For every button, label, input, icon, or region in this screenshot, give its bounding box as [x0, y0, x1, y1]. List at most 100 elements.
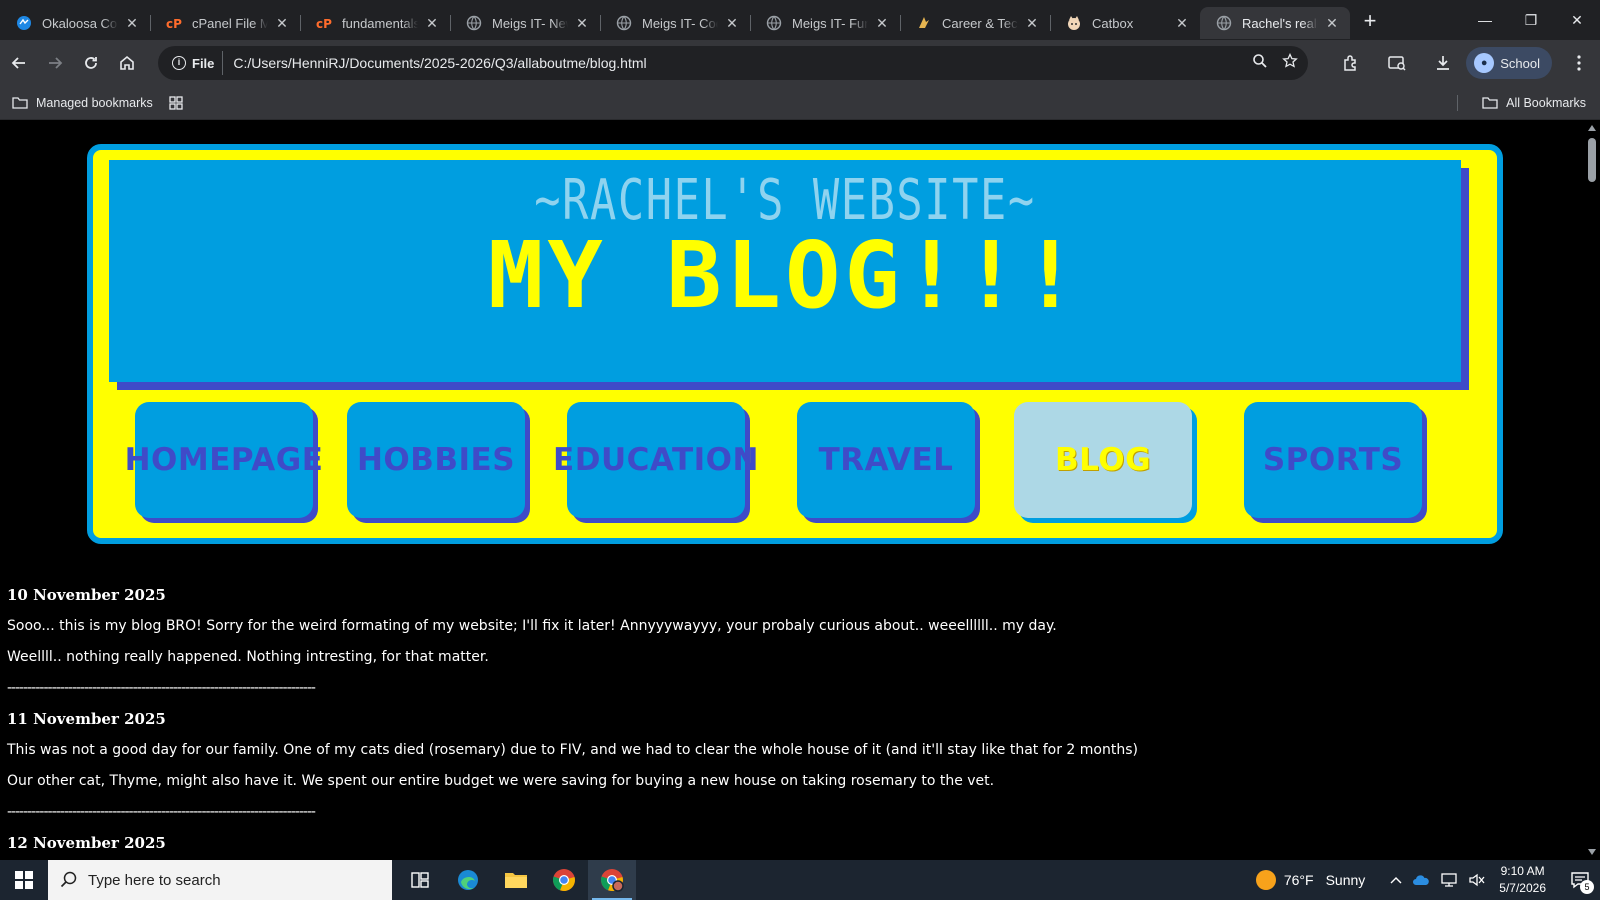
- url-text[interactable]: C:/Users/HenniRJ/Documents/2025-2026/Q3/…: [233, 55, 646, 71]
- taskbar-clock[interactable]: 9:10 AM 5/7/2026: [1499, 863, 1546, 897]
- browser-tab[interactable]: Catbox ✕: [1050, 7, 1200, 39]
- nav-hobbies-button[interactable]: HOBBIES: [347, 402, 525, 518]
- file-explorer-app[interactable]: [492, 860, 540, 900]
- window-controls: — ❐ ✕: [1462, 0, 1600, 40]
- extensions-icon[interactable]: [1334, 46, 1368, 80]
- cpanel-icon: cP: [166, 15, 182, 31]
- profile-button[interactable]: ● School: [1466, 47, 1552, 79]
- browser-tab[interactable]: cP fundamentals.html ✕: [300, 7, 450, 39]
- nav-education-button[interactable]: EDUCATION: [553, 402, 758, 518]
- address-bar[interactable]: i File C:/Users/HenniRJ/Documents/2025-2…: [158, 46, 1308, 80]
- nav-blog-button[interactable]: BLOG: [1014, 402, 1192, 518]
- chevron-up-icon[interactable]: [1390, 876, 1402, 884]
- browser-tab[interactable]: Career & Technical ✕: [900, 7, 1050, 39]
- scroll-down-arrow-icon[interactable]: [1588, 849, 1596, 855]
- site-nav: HOMEPAGE HOBBIES EDUCATION TRAVEL BLOG SPORTS: [93, 402, 1497, 532]
- search-icon: [60, 871, 77, 888]
- career-icon: [916, 15, 932, 31]
- home-button[interactable]: [110, 46, 144, 80]
- chrome-app[interactable]: [540, 860, 588, 900]
- site-info-chip[interactable]: i File: [168, 51, 224, 75]
- forward-arrow-icon: [49, 57, 63, 69]
- bookmark-star-icon[interactable]: [1282, 52, 1298, 74]
- close-window-icon[interactable]: ✕: [1554, 0, 1600, 40]
- page-scrollbar[interactable]: [1584, 120, 1600, 860]
- close-tab-icon[interactable]: ✕: [724, 15, 740, 31]
- chrome-icon: [553, 869, 575, 892]
- profile-avatar-icon: ●: [1474, 53, 1495, 73]
- network-icon[interactable]: [1440, 872, 1458, 888]
- tab-title: Career & Technical: [942, 15, 1018, 31]
- browser-tab[interactable]: Rachel's really cool ✕: [1200, 7, 1350, 39]
- edge-icon: [458, 870, 478, 890]
- tab-title: fundamentals.html: [342, 15, 418, 31]
- folder-icon: [1482, 97, 1498, 109]
- nav-sports-button[interactable]: SPORTS: [1244, 402, 1422, 518]
- scrollbar-thumb[interactable]: [1588, 138, 1596, 182]
- all-bookmarks-folder[interactable]: All Bookmarks: [1482, 86, 1586, 120]
- globe-icon: [766, 15, 782, 31]
- close-tab-icon[interactable]: ✕: [124, 15, 140, 31]
- managed-bookmarks-folder[interactable]: Managed bookmarks: [12, 96, 153, 110]
- onedrive-icon[interactable]: [1412, 874, 1430, 886]
- notification-badge: 5: [1580, 880, 1594, 894]
- profile-label: School: [1500, 55, 1540, 71]
- weather-widget[interactable]: 76°F Sunny: [1255, 870, 1366, 890]
- taskbar-search[interactable]: Type here to search: [48, 860, 392, 900]
- entry-paragraph: This was not a good day for our family. …: [7, 742, 1138, 758]
- start-button[interactable]: [0, 860, 48, 900]
- downloads-icon[interactable]: [1426, 46, 1460, 80]
- entry-date: 12 November 2025: [7, 834, 166, 852]
- browser-tab[interactable]: cP cPanel File Manager ✕: [150, 7, 300, 39]
- nav-travel-button[interactable]: TRAVEL: [797, 402, 975, 518]
- tab-strip: Okaloosa County✕cPcPanel File Manager✕cP…: [0, 0, 1600, 40]
- browser-tab[interactable]: Meigs IT- New ✕: [450, 7, 600, 39]
- page-viewport: ~RACHEL'S WEBSITE~ MY BLOG!!! HOMEPAGE HO…: [0, 120, 1584, 860]
- reload-button[interactable]: [74, 46, 108, 80]
- all-bookmarks-label: All Bookmarks: [1506, 96, 1586, 110]
- svg-text:cP: cP: [166, 17, 182, 31]
- weather-condition: Sunny: [1325, 872, 1366, 888]
- zoom-icon[interactable]: [1252, 53, 1268, 74]
- close-tab-icon[interactable]: ✕: [1024, 15, 1040, 31]
- blog-entries: 10 November 2025 Sooo... this is my blog …: [7, 584, 1507, 860]
- nav-homepage-button[interactable]: HOMEPAGE: [125, 402, 323, 518]
- entry-paragraph: Our other cat, Thyme, might also have it…: [7, 773, 995, 789]
- close-tab-icon[interactable]: ✕: [574, 15, 590, 31]
- task-view-button[interactable]: [396, 860, 444, 900]
- tab-search-icon[interactable]: [1380, 46, 1414, 80]
- menu-kebab-icon[interactable]: [1562, 46, 1596, 80]
- globe-icon: [616, 15, 632, 31]
- folder-icon: [505, 873, 527, 888]
- close-tab-icon[interactable]: ✕: [424, 15, 440, 31]
- taskbar-search-placeholder: Type here to search: [88, 871, 221, 889]
- restore-icon[interactable]: ❐: [1508, 0, 1554, 40]
- minimize-icon[interactable]: —: [1462, 0, 1508, 40]
- sun-icon: [1255, 870, 1276, 890]
- scroll-up-arrow-icon[interactable]: [1588, 125, 1596, 131]
- notification-center-button[interactable]: 5: [1560, 860, 1600, 900]
- browser-tab[interactable]: Okaloosa County ✕: [0, 7, 150, 39]
- header-box: ~RACHEL'S WEBSITE~ MY BLOG!!!: [109, 160, 1461, 382]
- close-tab-icon[interactable]: ✕: [274, 15, 290, 31]
- close-tab-icon[interactable]: ✕: [874, 15, 890, 31]
- windows-taskbar: Type here to search 76°F Sunny 9:10 AM 5…: [0, 860, 1600, 900]
- back-button[interactable]: [2, 46, 36, 80]
- globe-icon: [1216, 15, 1232, 31]
- chrome-profile-app[interactable]: [588, 860, 636, 900]
- browser-tab[interactable]: Meigs IT- Fundamentals ✕: [750, 7, 900, 39]
- volume-muted-icon[interactable]: [1468, 872, 1486, 888]
- globe-icon: [466, 15, 482, 31]
- close-tab-icon[interactable]: ✕: [1324, 15, 1340, 31]
- folder-icon: [12, 96, 28, 109]
- close-tab-icon[interactable]: ✕: [1174, 15, 1190, 31]
- new-tab-button[interactable]: +: [1356, 8, 1384, 36]
- browser-tab[interactable]: Meigs IT- Coding ✕: [600, 7, 750, 39]
- tab-title: Meigs IT- Coding: [642, 15, 718, 31]
- apps-grid-button[interactable]: [169, 95, 183, 110]
- entry-paragraph: Sooo... this is my blog BRO! Sorry for t…: [7, 618, 1057, 634]
- forward-button[interactable]: [38, 46, 72, 80]
- system-tray: 76°F Sunny 9:10 AM 5/7/2026 5: [1255, 860, 1600, 900]
- edge-app[interactable]: [444, 860, 492, 900]
- tab-title: Meigs IT- Fundamentals: [792, 15, 868, 31]
